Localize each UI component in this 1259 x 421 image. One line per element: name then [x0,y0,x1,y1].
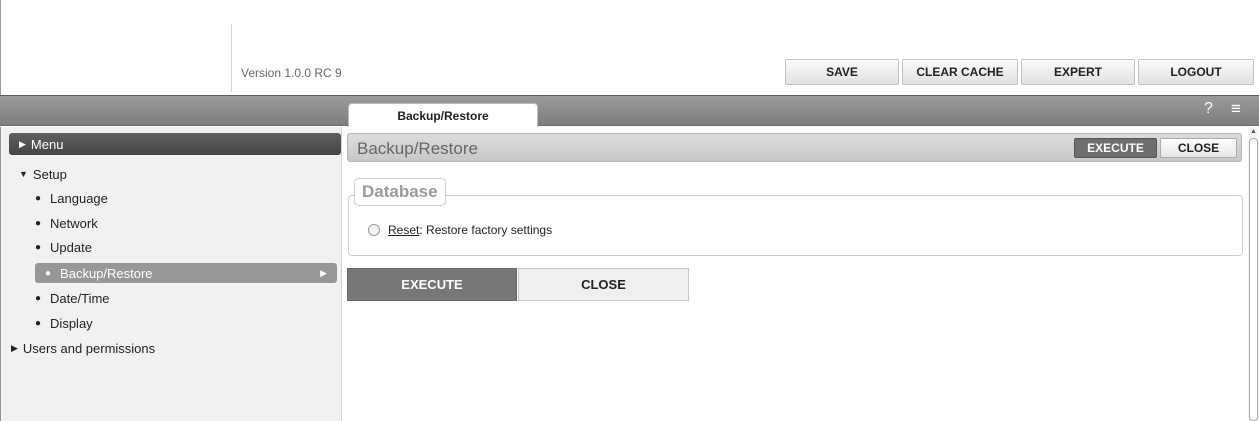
menu-toggle[interactable]: ▶ Menu [9,133,341,155]
sidebar-item-date-time[interactable]: ● Date/Time [35,288,110,308]
main-panel: Backup/Restore EXECUTE CLOSE Database Re… [342,127,1247,421]
database-legend: Database [354,178,446,206]
triangle-right-icon: ▶ [320,267,327,278]
sidebar-item-label: Display [50,315,93,331]
sidebar: ▶ Menu ▼ Setup ● Language ● Network ● Up… [0,127,342,421]
app-root: Version 1.0.0 RC 9 SAVE CLEAR CACHE EXPE… [0,0,1259,421]
bullet-icon: ● [35,292,42,304]
sidebar-item-display[interactable]: ● Display [35,313,93,333]
sidebar-group-label: Users and permissions [22,340,156,356]
sidebar-item-update[interactable]: ● Update [35,237,92,257]
reset-link[interactable]: Reset [388,223,419,237]
reset-radio[interactable] [368,224,380,236]
scroll-thumb[interactable] [1249,138,1258,421]
help-icon[interactable]: ? [1204,100,1213,118]
sidebar-group-users[interactable]: ▶ Users and permissions [11,338,155,358]
logout-button[interactable]: LOGOUT [1138,59,1254,85]
expert-button[interactable]: EXPERT [1021,59,1135,85]
sidebar-item-label: Network [50,215,98,231]
tab-bar: Backup/Restore ? ≡ [0,95,1259,127]
sidebar-group-label: Setup [32,166,67,182]
vertical-scrollbar[interactable]: ▲ [1248,127,1259,421]
close-button[interactable]: CLOSE [518,268,689,301]
sidebar-item-label: Update [50,239,92,255]
header-execute-button[interactable]: EXECUTE [1074,138,1157,158]
header-close-button[interactable]: CLOSE [1160,138,1237,158]
reset-option[interactable]: Reset : Restore factory settings [368,223,552,237]
sidebar-item-label: Date/Time [50,290,110,306]
version-label: Version 1.0.0 RC 9 [241,66,342,80]
bullet-icon: ● [35,217,42,229]
sidebar-item-label: Backup/Restore [60,265,153,281]
clear-cache-button[interactable]: CLEAR CACHE [902,59,1018,85]
sidebar-item-network[interactable]: ● Network [35,213,98,233]
sidebar-item-label: Language [50,190,108,206]
hamburger-icon[interactable]: ≡ [1231,99,1241,119]
save-button[interactable]: SAVE [785,59,899,85]
bullet-icon: ● [35,241,42,253]
bullet-icon: ● [35,317,42,329]
scroll-up-icon[interactable]: ▲ [1250,128,1257,135]
reset-description: : Restore factory settings [419,223,553,237]
tab-backup-restore[interactable]: Backup/Restore [348,103,538,127]
execute-button[interactable]: EXECUTE [347,268,517,301]
sidebar-item-backup-restore[interactable]: ● Backup/Restore ▶ [35,263,337,283]
sidebar-item-language[interactable]: ● Language [35,188,108,208]
header: Version 1.0.0 RC 9 SAVE CLEAR CACHE EXPE… [0,0,1259,95]
sidebar-group-setup[interactable]: ▼ Setup [19,164,67,184]
triangle-down-icon: ▼ [19,169,28,179]
triangle-right-icon: ▶ [19,138,26,149]
panel-title: Backup/Restore [357,139,478,158]
menu-label: Menu [30,136,64,152]
triangle-right-icon: ▶ [11,342,18,353]
bullet-icon: ● [45,267,52,279]
logo-divider [231,24,232,92]
bullet-icon: ● [35,192,42,204]
panel-header: Backup/Restore EXECUTE CLOSE [347,133,1242,162]
